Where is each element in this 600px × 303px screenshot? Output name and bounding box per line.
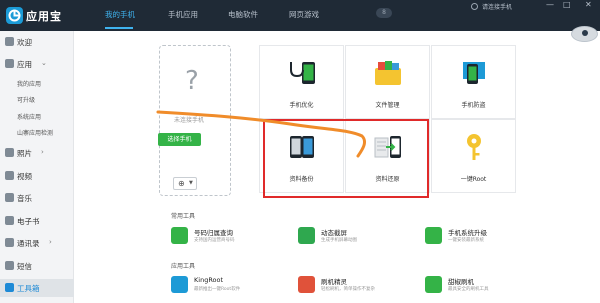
tool-name: KingRoot <box>194 276 224 284</box>
sidebar: 欢迎 应用 ⌄ 我的应用 可升级 系统应用 山寨应用检测 照片 › 视频 音乐 … <box>0 31 74 303</box>
connect-phone-link[interactable]: 请连接手机 <box>482 2 512 11</box>
tile-label: 一键Root <box>460 176 487 183</box>
tile-anti-theft[interactable]: 手机防盗 <box>431 45 516 119</box>
sidebar-label: 视频 <box>17 172 32 181</box>
chevron-right-icon: › <box>41 148 44 156</box>
sms-icon <box>5 261 14 270</box>
select-phone-button[interactable]: 选择手机 <box>158 133 201 146</box>
active-tab-indicator <box>105 27 133 29</box>
chevron-right-icon: › <box>49 238 52 246</box>
sidebar-label: 短信 <box>17 262 32 271</box>
sidebar-label: 应用 <box>17 60 32 69</box>
home-icon <box>5 37 14 46</box>
tab-phone-apps[interactable]: 手机应用 <box>168 9 198 20</box>
video-icon <box>5 171 14 180</box>
app-title: 应用宝 <box>26 10 62 23</box>
apps-grid-icon <box>5 59 14 68</box>
tool-desc: 最新推出一键Root软件 <box>194 287 241 292</box>
phone-placeholder-card[interactable]: ? 未连接手机 <box>159 45 231 196</box>
sidebar-subitem-system-apps[interactable]: 系统应用 <box>17 112 41 121</box>
sidebar-label: 工具箱 <box>17 284 40 293</box>
tool-kingroot[interactable]: KingRoot 最新推出一键Root软件 <box>171 274 291 296</box>
toolbox-icon <box>5 283 14 292</box>
sidebar-subitem-my-apps[interactable]: 我的应用 <box>17 79 41 88</box>
tool-desc: 轻松刷机，简单操作不复杂 <box>321 287 375 292</box>
tool-desc: 支持国内运营商号码 <box>194 238 235 243</box>
tool-name: 动态截屏 <box>321 229 347 237</box>
music-icon <box>5 193 14 202</box>
book-icon <box>5 216 14 225</box>
tile-one-click-root[interactable]: 一键Root <box>431 119 516 193</box>
tile-label: 手机优化 <box>289 102 314 109</box>
sidebar-label: 欢迎 <box>17 38 32 47</box>
photo-icon <box>5 148 14 157</box>
sidebar-item-toolbox[interactable]: 工具箱 <box>0 279 74 297</box>
stethoscope-phone-icon <box>290 62 315 84</box>
unknown-phone-icon: ? <box>185 66 199 96</box>
tool-sweet-pepper-flash[interactable]: 甜椒刷机 最具安全的刷机工具 <box>425 274 545 296</box>
maximize-button[interactable]: □ <box>563 1 571 9</box>
folder-icon <box>375 61 401 85</box>
sidebar-item-video[interactable]: 视频 <box>0 167 74 185</box>
close-button[interactable]: ✕ <box>585 1 592 9</box>
tab-my-phone[interactable]: 我的手机 <box>105 9 135 20</box>
phone-location-icon <box>463 62 485 84</box>
sidebar-label: 照片 <box>17 149 32 158</box>
app-logo-icon <box>6 7 23 24</box>
sidebar-item-photos[interactable]: 照片 › <box>0 144 74 162</box>
sidebar-item-music[interactable]: 音乐 <box>0 189 74 207</box>
key-icon <box>467 134 481 160</box>
user-avatar[interactable] <box>571 26 598 42</box>
tile-file-manager[interactable]: 文件管理 <box>345 45 430 119</box>
tool-desc: 生成手机屏幕动图 <box>321 238 357 243</box>
tile-label: 文件管理 <box>375 102 400 109</box>
flash-wizard-icon <box>298 276 315 293</box>
contacts-icon <box>5 238 14 247</box>
tool-system-upgrade[interactable]: 手机系统升级 一键安装最新系统 <box>425 225 545 247</box>
tool-desc: 一键安装最新系统 <box>448 238 484 243</box>
tile-label: 手机防盗 <box>461 102 486 109</box>
app-tools-title: 应用工具 <box>171 263 196 270</box>
minimize-button[interactable]: — <box>546 1 554 9</box>
tab-web-games[interactable]: 网页游戏 <box>289 9 319 20</box>
sidebar-label: 电子书 <box>17 217 40 226</box>
system-upgrade-icon <box>425 227 442 244</box>
tool-name: 号码归属查询 <box>194 229 233 237</box>
tool-flash-wizard[interactable]: 刷机精灵 轻松刷机，简单操作不复杂 <box>298 274 418 296</box>
sidebar-item-welcome[interactable]: 欢迎 <box>0 33 74 51</box>
tool-name: 甜椒刷机 <box>448 278 474 286</box>
common-tools-title: 常用工具 <box>171 213 196 220</box>
chevron-down-icon: ⌄ <box>41 59 47 67</box>
add-device-icon: ⊕ <box>178 179 185 188</box>
download-count-badge[interactable]: 8 <box>376 8 392 18</box>
highlight-annotation-box <box>263 119 429 198</box>
chevron-down-icon: ▼ <box>189 180 193 186</box>
sidebar-label: 音乐 <box>17 194 32 203</box>
tool-name: 手机系统升级 <box>448 229 487 237</box>
tool-number-lookup[interactable]: 号码归属查询 支持国内运营商号码 <box>171 225 291 247</box>
phone-connect-icon <box>471 3 478 10</box>
kingroot-icon <box>171 276 188 293</box>
avatar-face-icon <box>582 30 588 36</box>
tool-animated-screenshot[interactable]: 动态截屏 生成手机屏幕动图 <box>298 225 418 247</box>
sidebar-label: 通讯录 <box>17 239 40 248</box>
add-device-button[interactable]: ⊕ ▼ <box>173 177 197 190</box>
phone-hint-text: 未连接手机 <box>174 117 205 124</box>
top-bar: 应用宝 我的手机 手机应用 电脑软件 网页游戏 8 请连接手机 — □ ✕ <box>0 0 600 31</box>
sidebar-item-contacts[interactable]: 通讯录 › <box>0 234 74 252</box>
sidebar-item-ebook[interactable]: 电子书 <box>0 212 74 230</box>
sweet-pepper-icon <box>425 276 442 293</box>
sidebar-item-sms[interactable]: 短信 <box>0 257 74 275</box>
screenshot-icon <box>298 227 315 244</box>
sidebar-subitem-upgradable[interactable]: 可升级 <box>17 95 35 104</box>
sidebar-item-apps[interactable]: 应用 ⌄ <box>0 55 74 73</box>
tile-phone-optimize[interactable]: 手机优化 <box>259 45 344 119</box>
sidebar-subitem-fake-app-check[interactable]: 山寨应用检测 <box>17 128 53 137</box>
tab-pc-software[interactable]: 电脑软件 <box>228 9 258 20</box>
tool-name: 刷机精灵 <box>321 278 347 286</box>
phone-call-icon <box>171 227 188 244</box>
tool-desc: 最具安全的刷机工具 <box>448 287 489 292</box>
